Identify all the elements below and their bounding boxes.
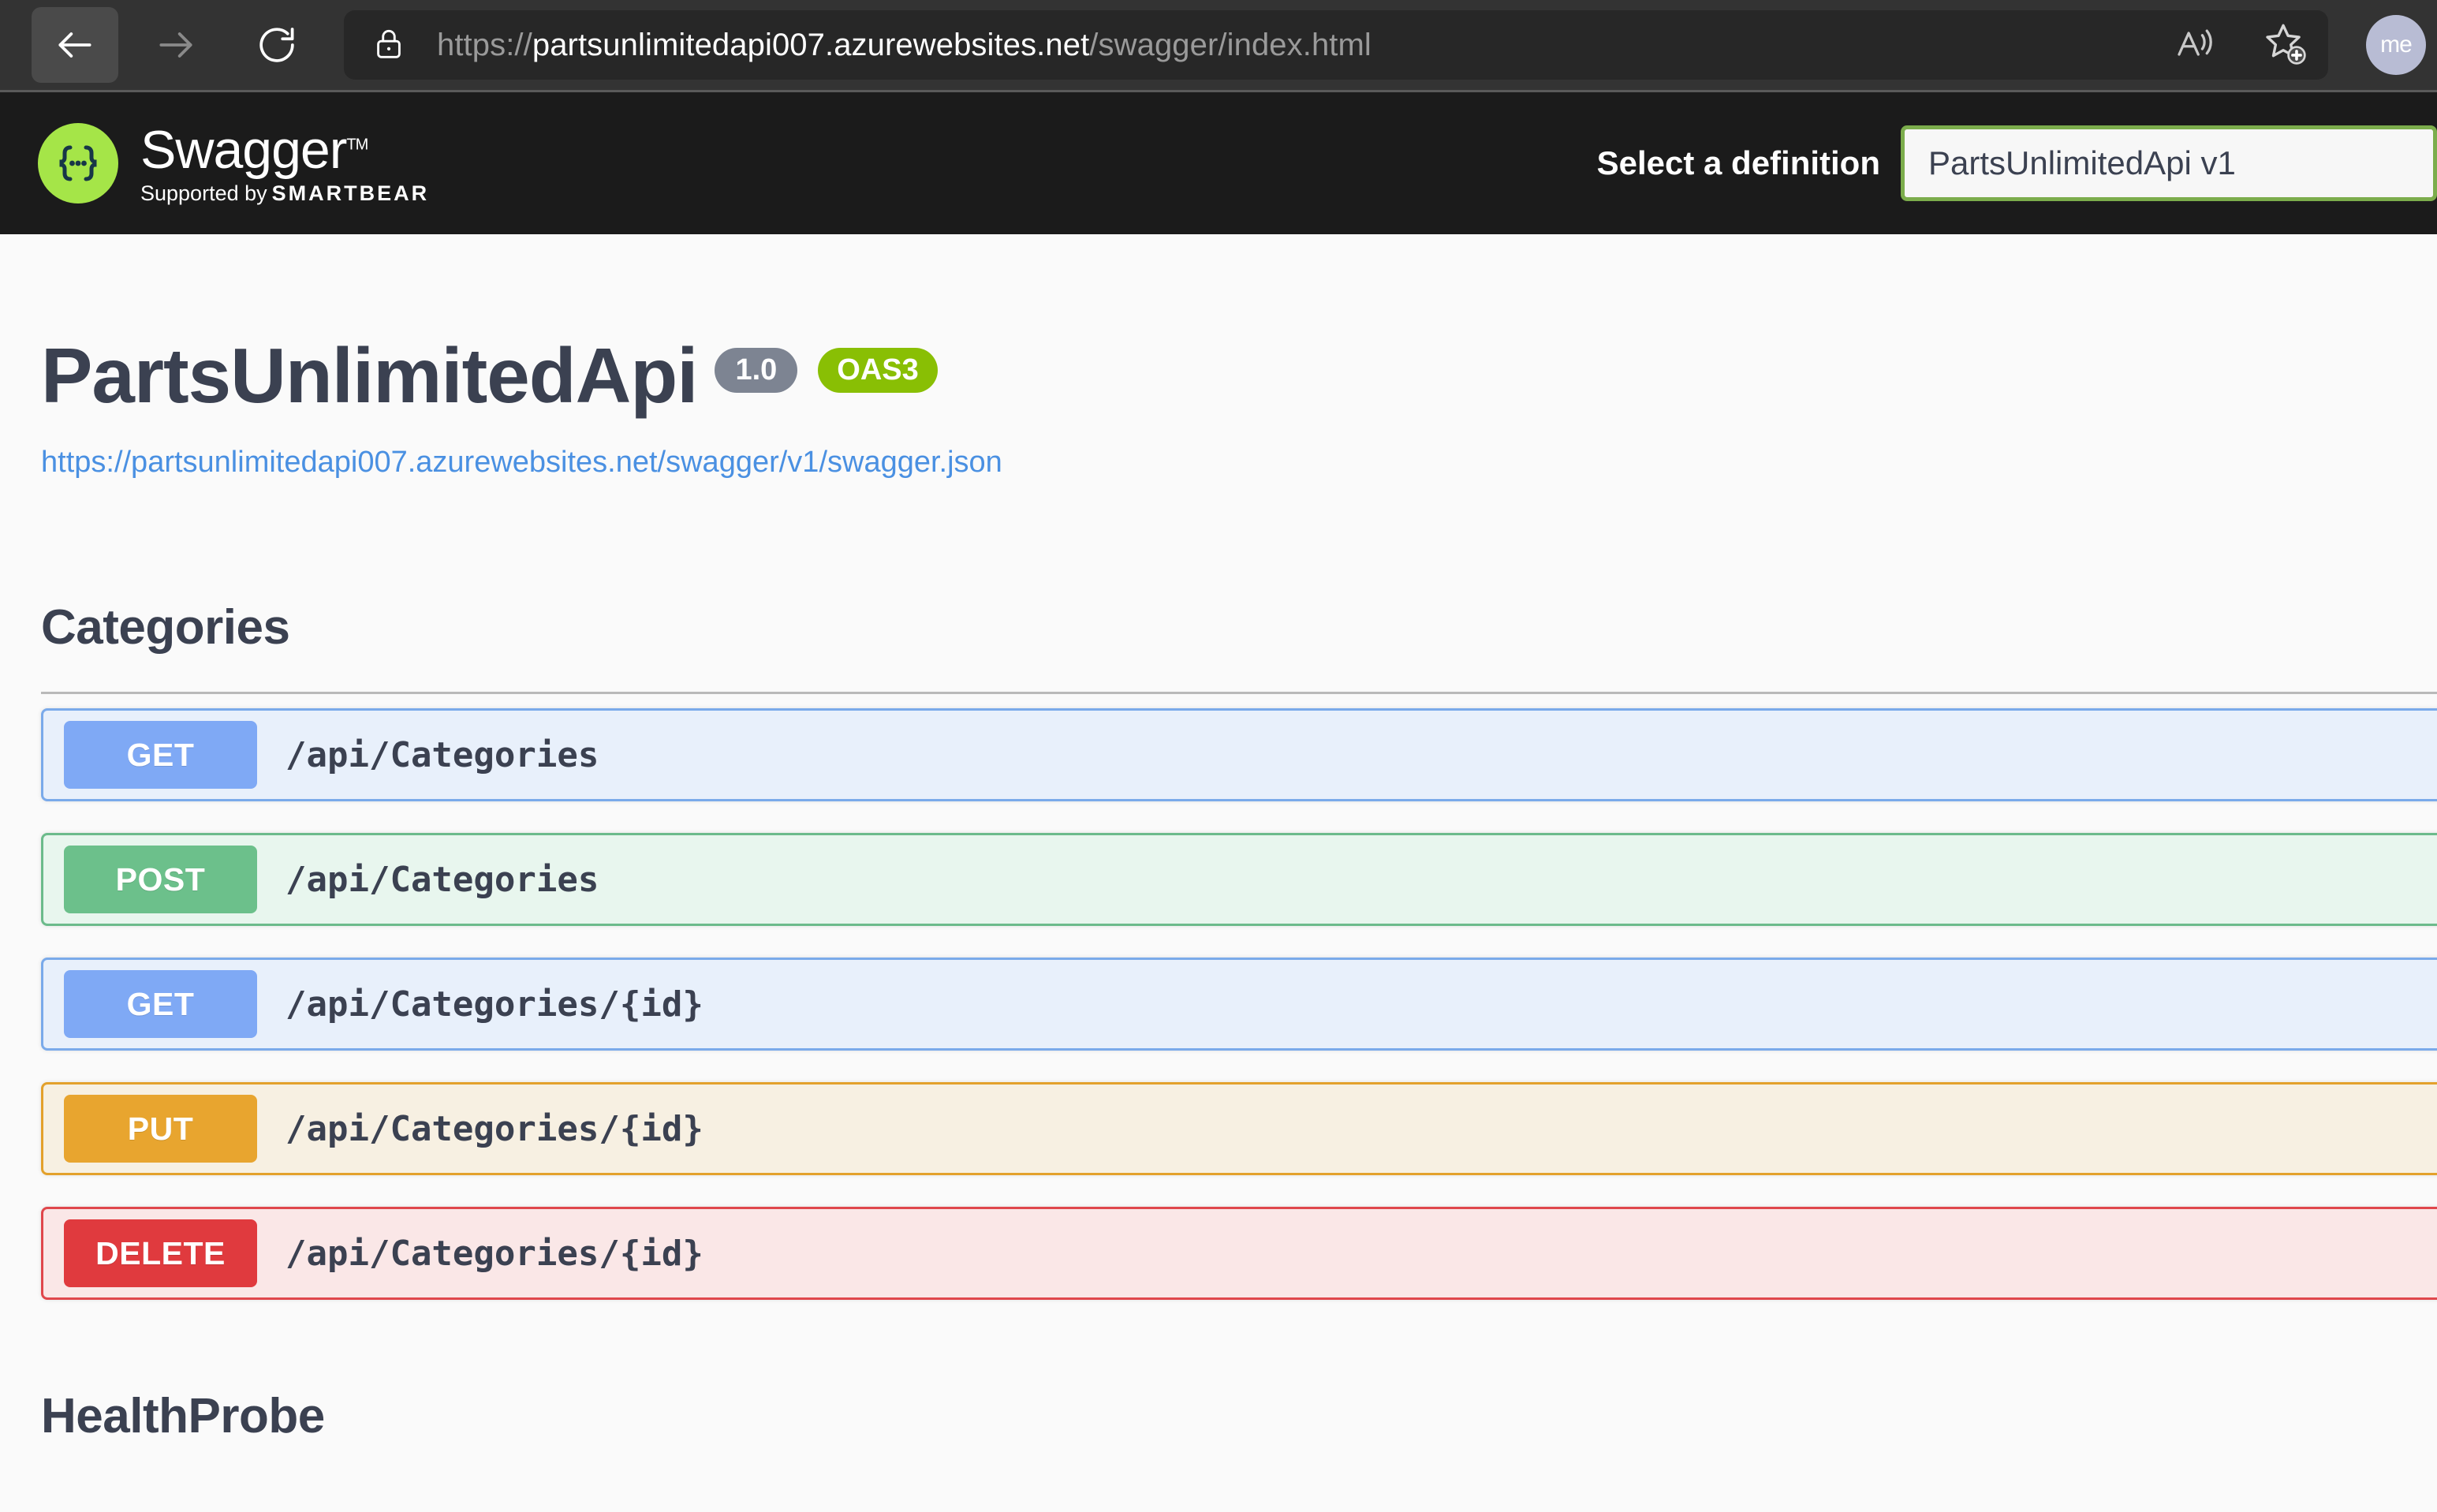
- operations-list-categories: GET /api/Categories POST /api/Categories…: [41, 708, 2437, 1300]
- browser-toolbar: https://partsunlimitedapi007.azurewebsit…: [0, 0, 2437, 92]
- back-button[interactable]: [32, 7, 118, 83]
- swagger-json-link[interactable]: https://partsunlimitedapi007.azurewebsit…: [41, 446, 2437, 480]
- definition-selector-area: Select a definition PartsUnlimitedApi v1: [1597, 125, 2437, 201]
- smartbear-brand: SMARTBEAR: [271, 181, 430, 205]
- page-title: PartsUnlimitedApi: [41, 332, 698, 419]
- method-badge: GET: [64, 970, 257, 1038]
- url-text: https://partsunlimitedapi007.azurewebsit…: [437, 28, 2150, 63]
- operation-path: /api/Categories/{id}: [285, 1233, 703, 1274]
- profile-avatar[interactable]: me: [2366, 15, 2426, 75]
- select-definition-label: Select a definition: [1596, 144, 1880, 181]
- swagger-brand-text: SwaggerTM: [140, 119, 368, 180]
- arrow-left-icon: [53, 23, 97, 67]
- forward-button[interactable]: [132, 7, 219, 83]
- read-aloud-icon[interactable]: [2174, 21, 2218, 69]
- tag-section-healthprobe: HealthProbe: [0, 1388, 2437, 1444]
- operation-row[interactable]: DELETE /api/Categories/{id}: [41, 1207, 2437, 1300]
- operation-row[interactable]: PUT /api/Categories/{id}: [41, 1082, 2437, 1175]
- method-badge: PUT: [64, 1095, 257, 1163]
- operation-path: /api/Categories/{id}: [285, 1108, 703, 1149]
- supported-by-text: Supported by SMARTBEAR: [140, 181, 430, 205]
- swagger-ui-content: PartsUnlimitedApi 1.0 OAS3 https://parts…: [0, 234, 2437, 1512]
- profile-initials: me: [2380, 32, 2413, 58]
- oas-badge: OAS3: [818, 348, 938, 393]
- reload-button[interactable]: [233, 7, 320, 83]
- add-favorite-star-icon[interactable]: [2262, 21, 2308, 70]
- swagger-logo[interactable]: SwaggerTM Supported by SMARTBEAR: [38, 123, 429, 204]
- operation-path: /api/Categories: [285, 734, 599, 775]
- arrow-right-icon: [154, 23, 198, 67]
- method-badge: POST: [64, 846, 257, 913]
- version-badge: 1.0: [715, 348, 798, 393]
- api-info-block: PartsUnlimitedApi 1.0 OAS3 https://parts…: [0, 234, 2437, 480]
- operation-path: /api/Categories/{id}: [285, 984, 703, 1025]
- address-bar[interactable]: https://partsunlimitedapi007.azurewebsit…: [344, 10, 2328, 80]
- operation-row[interactable]: GET /api/Categories: [41, 708, 2437, 801]
- definition-select[interactable]: PartsUnlimitedApi v1: [1901, 125, 2437, 201]
- tag-title-categories[interactable]: Categories: [41, 599, 2437, 655]
- url-scheme: https://: [437, 27, 532, 62]
- url-path: /swagger/index.html: [1089, 27, 1372, 62]
- trademark-mark: TM: [346, 135, 368, 153]
- reload-icon: [255, 23, 299, 67]
- tag-divider: [41, 692, 2437, 694]
- api-title-row: PartsUnlimitedApi 1.0 OAS3: [41, 337, 2437, 414]
- tag-section-categories: Categories GET /api/Categories POST /api…: [0, 599, 2437, 1300]
- method-badge: DELETE: [64, 1219, 257, 1287]
- swagger-topbar: SwaggerTM Supported by SMARTBEAR Select a…: [0, 92, 2437, 234]
- method-badge: GET: [64, 721, 257, 789]
- operation-row[interactable]: POST /api/Categories: [41, 833, 2437, 926]
- lock-icon: [371, 25, 407, 65]
- url-host: partsunlimitedapi007.azurewebsites.net: [532, 27, 1090, 62]
- definition-select-value: PartsUnlimitedApi v1: [1928, 144, 2236, 181]
- operation-row[interactable]: GET /api/Categories/{id}: [41, 958, 2437, 1051]
- tag-title-healthprobe[interactable]: HealthProbe: [41, 1388, 2437, 1444]
- operation-path: /api/Categories: [285, 859, 599, 900]
- swagger-braces-logo-icon: [38, 123, 118, 203]
